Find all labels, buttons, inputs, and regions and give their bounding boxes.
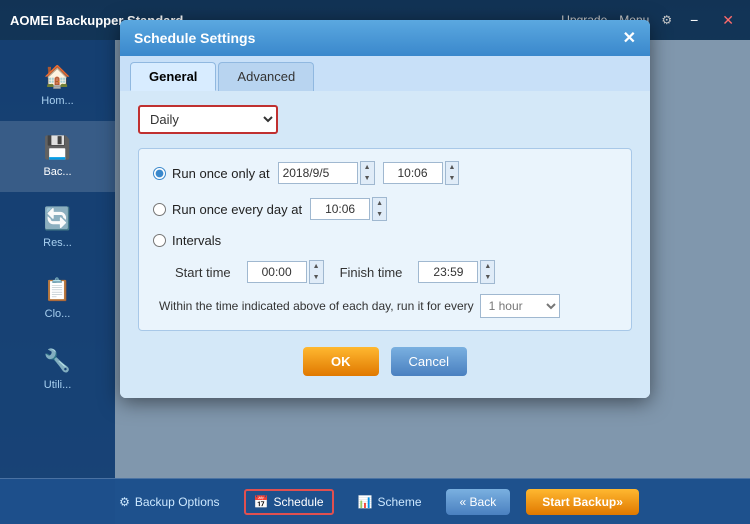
date-input-group: ▲ ▼ [278,161,375,185]
dialog-body: Daily Weekly Monthly Once At Login Run o… [120,91,650,398]
time-up-1-icon[interactable]: ▲ [446,162,459,173]
tab-advanced[interactable]: Advanced [218,62,314,91]
frequency-select[interactable]: Daily Weekly Monthly Once At Login [138,105,278,134]
run-once-only-radio[interactable] [153,167,166,180]
restore-icon: 🔄 [44,206,71,232]
finish-time-label: Finish time [340,265,403,280]
date-down-icon[interactable]: ▼ [361,173,374,184]
time-input-1[interactable] [383,162,443,184]
start-down-icon[interactable]: ▼ [310,272,323,283]
backup-options-button[interactable]: ⚙ Backup Options [111,491,227,513]
time-up-2-icon[interactable]: ▲ [373,198,386,209]
dialog-title: Schedule Settings [134,30,255,46]
finish-down-icon[interactable]: ▼ [481,272,494,283]
home-icon: 🏠 [44,64,71,90]
app-close-button[interactable]: ✕ [716,10,740,31]
date-up-icon[interactable]: ▲ [361,162,374,173]
scheme-icon: 📊 [358,495,373,509]
dialog-close-button[interactable]: ✕ [623,28,636,48]
sidebar-item-home-label: Hom... [41,95,73,107]
sidebar-item-restore[interactable]: 🔄 Res... [0,192,115,263]
time-down-2-icon[interactable]: ▼ [373,209,386,220]
bottom-bar: ⚙ Backup Options 📅 Schedule 📊 Scheme « B… [0,478,750,524]
start-time-spin[interactable]: ▲ ▼ [309,260,324,284]
scheme-button[interactable]: 📊 Scheme [350,491,430,513]
app-background: AOMEI Backupper Standard Upgrade Menu ⚙ … [0,0,750,524]
start-time-label: Start time [175,265,231,280]
run-every-day-label[interactable]: Run once every day at [153,202,302,217]
intervals-radio[interactable] [153,234,166,247]
schedule-icon: 📅 [254,495,269,509]
tab-general[interactable]: General [130,62,216,91]
run-every-day-row: Run once every day at ▲ ▼ [153,197,617,221]
start-backup-button[interactable]: Start Backup» [526,489,639,515]
run-every-day-radio[interactable] [153,203,166,216]
time-input-2[interactable] [310,198,370,220]
time-input-group-2: ▲ ▼ [310,197,387,221]
schedule-button[interactable]: 📅 Schedule [244,489,334,515]
date-spin[interactable]: ▲ ▼ [360,161,375,185]
schedule-settings-dialog: Schedule Settings ✕ General Advanced Dai… [120,20,650,398]
frequency-dropdown-row: Daily Weekly Monthly Once At Login [138,105,632,134]
within-text: Within the time indicated above of each … [159,299,474,313]
gear-icon[interactable]: ⚙ [661,13,672,27]
finish-time-input[interactable] [418,261,478,283]
back-button[interactable]: « Back [446,489,511,515]
backup-icon: 💾 [44,135,71,161]
start-time-input[interactable] [247,261,307,283]
sidebar-item-utilities[interactable]: 🔧 Utili... [0,334,115,405]
cancel-button[interactable]: Cancel [391,347,467,376]
sidebar-item-utilities-label: Utili... [44,379,72,391]
finish-time-group: ▲ ▼ [418,260,495,284]
sidebar-item-restore-label: Res... [43,237,72,249]
time-spin-1[interactable]: ▲ ▼ [445,161,460,185]
sidebar: 🏠 Hom... 💾 Bac... 🔄 Res... 📋 Clo... 🔧 Ut… [0,40,115,524]
ok-button[interactable]: OK [303,347,379,376]
sidebar-item-home[interactable]: 🏠 Hom... [0,50,115,121]
date-input[interactable] [278,162,358,184]
time-spin-2[interactable]: ▲ ▼ [372,197,387,221]
finish-time-spin[interactable]: ▲ ▼ [480,260,495,284]
hour-select[interactable]: 30 minutes 1 hour 2 hours 3 hours 6 hour… [480,294,560,318]
dialog-tabs: General Advanced [120,56,650,91]
sidebar-item-backup[interactable]: 💾 Bac... [0,121,115,192]
options-section: Run once only at ▲ ▼ ▲ ▼ [138,148,632,331]
intervals-label[interactable]: Intervals [153,233,221,248]
minimize-button[interactable]: − [684,10,704,30]
utilities-icon: 🔧 [44,348,71,374]
start-time-group: ▲ ▼ [247,260,324,284]
dialog-buttons: OK Cancel [138,347,632,382]
sidebar-item-clone-label: Clo... [45,308,71,320]
start-finish-row: Start time ▲ ▼ Finish time ▲ ▼ [175,260,617,284]
run-once-only-row: Run once only at ▲ ▼ ▲ ▼ [153,161,617,185]
time-input-group-1: ▲ ▼ [383,161,460,185]
sidebar-item-backup-label: Bac... [43,166,71,178]
intervals-row: Intervals [153,233,617,248]
time-down-1-icon[interactable]: ▼ [446,173,459,184]
dialog-title-bar: Schedule Settings ✕ [120,20,650,56]
within-row: Within the time indicated above of each … [159,294,617,318]
sidebar-item-clone[interactable]: 📋 Clo... [0,263,115,334]
gear-icon-bottom: ⚙ [119,495,130,509]
start-up-icon[interactable]: ▲ [310,261,323,272]
finish-up-icon[interactable]: ▲ [481,261,494,272]
clone-icon: 📋 [44,277,71,303]
run-once-only-label[interactable]: Run once only at [153,166,270,181]
